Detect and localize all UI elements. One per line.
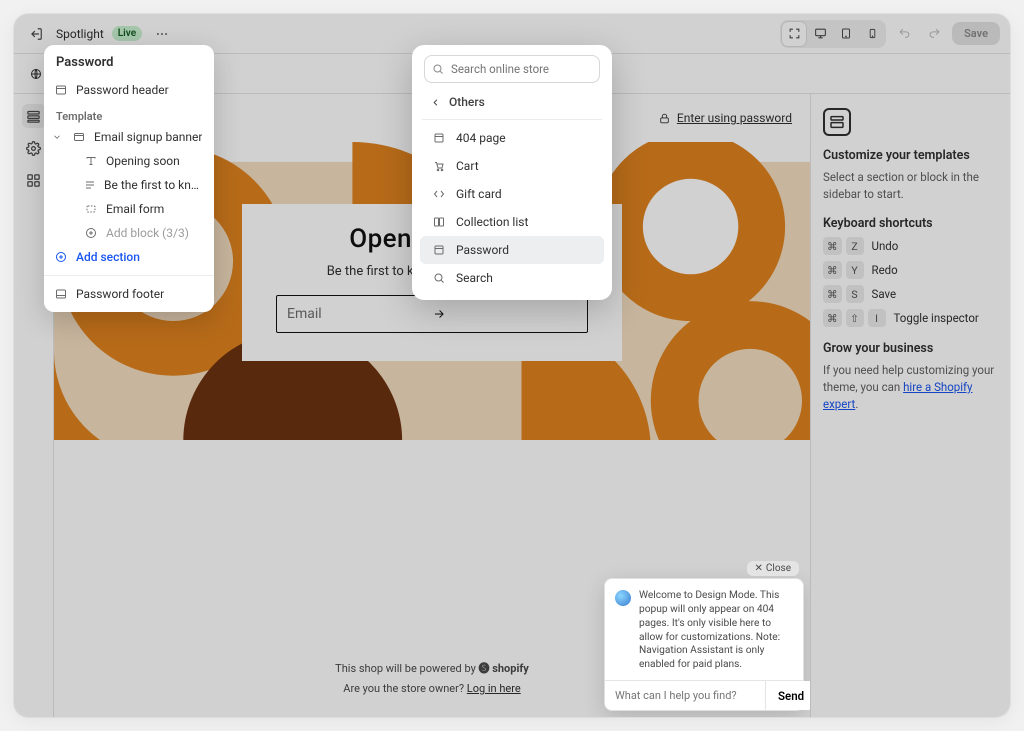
- shortcut-undo: ⌘ZUndo: [823, 237, 998, 255]
- close-button[interactable]: ✕ Close: [747, 561, 800, 576]
- popover-back[interactable]: Others: [420, 89, 604, 115]
- tablet-icon[interactable]: [834, 22, 858, 46]
- block-opening-soon[interactable]: Opening soon: [44, 149, 214, 173]
- banner-icon: [72, 131, 86, 143]
- text-icon: [84, 155, 98, 167]
- sections-panel: Password Password header Template Email …: [44, 45, 214, 312]
- form-icon: [84, 203, 98, 215]
- rail-sections-icon[interactable]: [22, 104, 46, 128]
- paragraph-icon: [84, 179, 96, 191]
- cart-icon: [432, 160, 446, 172]
- design-mode-popup: ✕ Close Welcome to Design Mode. This pop…: [604, 578, 804, 711]
- more-icon[interactable]: [150, 22, 174, 46]
- rail-settings-icon[interactable]: [22, 136, 46, 160]
- popover-option-collection[interactable]: Collection list: [420, 208, 604, 236]
- template-popover: Others 404 page Cart Gift card Collectio…: [412, 45, 612, 300]
- fullscreen-icon[interactable]: [782, 22, 806, 46]
- globe-icon: [30, 68, 42, 80]
- assistant-icon: [615, 590, 631, 606]
- assistant-input[interactable]: [605, 681, 765, 710]
- page-icon: [432, 132, 446, 144]
- lock-icon: [658, 112, 671, 125]
- plus-circle-icon: [54, 251, 68, 263]
- chevron-left-icon: [430, 97, 441, 108]
- collection-icon: [432, 216, 446, 228]
- template-group-label: Template: [44, 102, 214, 125]
- save-button: Save: [952, 22, 1000, 45]
- rail-apps-icon[interactable]: [22, 168, 46, 192]
- design-mode-text: Welcome to Design Mode. This popup will …: [639, 589, 793, 672]
- section-password-footer[interactable]: Password footer: [44, 282, 214, 306]
- grow-text: If you need help customizing your theme,…: [823, 362, 998, 412]
- popover-search-input[interactable]: [424, 55, 600, 83]
- code-icon: [432, 188, 446, 200]
- header-icon: [54, 84, 68, 96]
- shortcut-save: ⌘SSave: [823, 285, 998, 303]
- live-badge: Live: [112, 26, 142, 41]
- add-section[interactable]: Add section: [44, 245, 214, 269]
- search-icon: [432, 63, 444, 75]
- viewport-switcher: [780, 20, 886, 48]
- popover-option-gift[interactable]: Gift card: [420, 180, 604, 208]
- section-email-banner[interactable]: Email signup banner: [44, 125, 214, 149]
- block-subtext[interactable]: Be the first to know when we l…: [44, 173, 214, 197]
- customize-title: Customize your templates: [823, 148, 998, 163]
- block-email-form[interactable]: Email form: [44, 197, 214, 221]
- send-button[interactable]: Send: [765, 681, 810, 710]
- sections-title: Password: [44, 45, 214, 78]
- login-link[interactable]: Log in here: [467, 682, 521, 695]
- customize-text: Select a section or block in the sidebar…: [823, 169, 998, 202]
- close-icon: ✕: [755, 563, 763, 574]
- right-panel: Customize your templates Select a sectio…: [810, 94, 1010, 717]
- store-name: Spotlight: [56, 27, 104, 41]
- shortcut-inspector: ⌘⇧IToggle inspector: [823, 309, 998, 327]
- popover-option-password[interactable]: Password: [420, 236, 604, 264]
- section-password-header[interactable]: Password header: [44, 78, 214, 102]
- plus-circle-icon: [84, 227, 98, 239]
- undo-icon[interactable]: [892, 22, 916, 46]
- enter-password-link[interactable]: Enter using password: [658, 111, 792, 125]
- mobile-icon[interactable]: [860, 22, 884, 46]
- search-icon: [432, 272, 446, 284]
- page-icon: [432, 244, 446, 256]
- shortcut-redo: ⌘YRedo: [823, 261, 998, 279]
- popover-option-search[interactable]: Search: [420, 264, 604, 292]
- chevron-down-icon: [50, 132, 64, 142]
- template-icon: [823, 108, 851, 136]
- grow-title: Grow your business: [823, 341, 998, 356]
- email-input[interactable]: Email: [276, 295, 588, 333]
- redo-icon[interactable]: [922, 22, 946, 46]
- shortcuts-title: Keyboard shortcuts: [823, 216, 998, 231]
- popover-option-404[interactable]: 404 page: [420, 124, 604, 152]
- exit-icon[interactable]: [24, 22, 48, 46]
- add-block: Add block (3/3): [44, 221, 214, 245]
- desktop-icon[interactable]: [808, 22, 832, 46]
- popover-option-cart[interactable]: Cart: [420, 152, 604, 180]
- arrow-right-icon[interactable]: [432, 307, 577, 321]
- footer-icon: [54, 288, 68, 300]
